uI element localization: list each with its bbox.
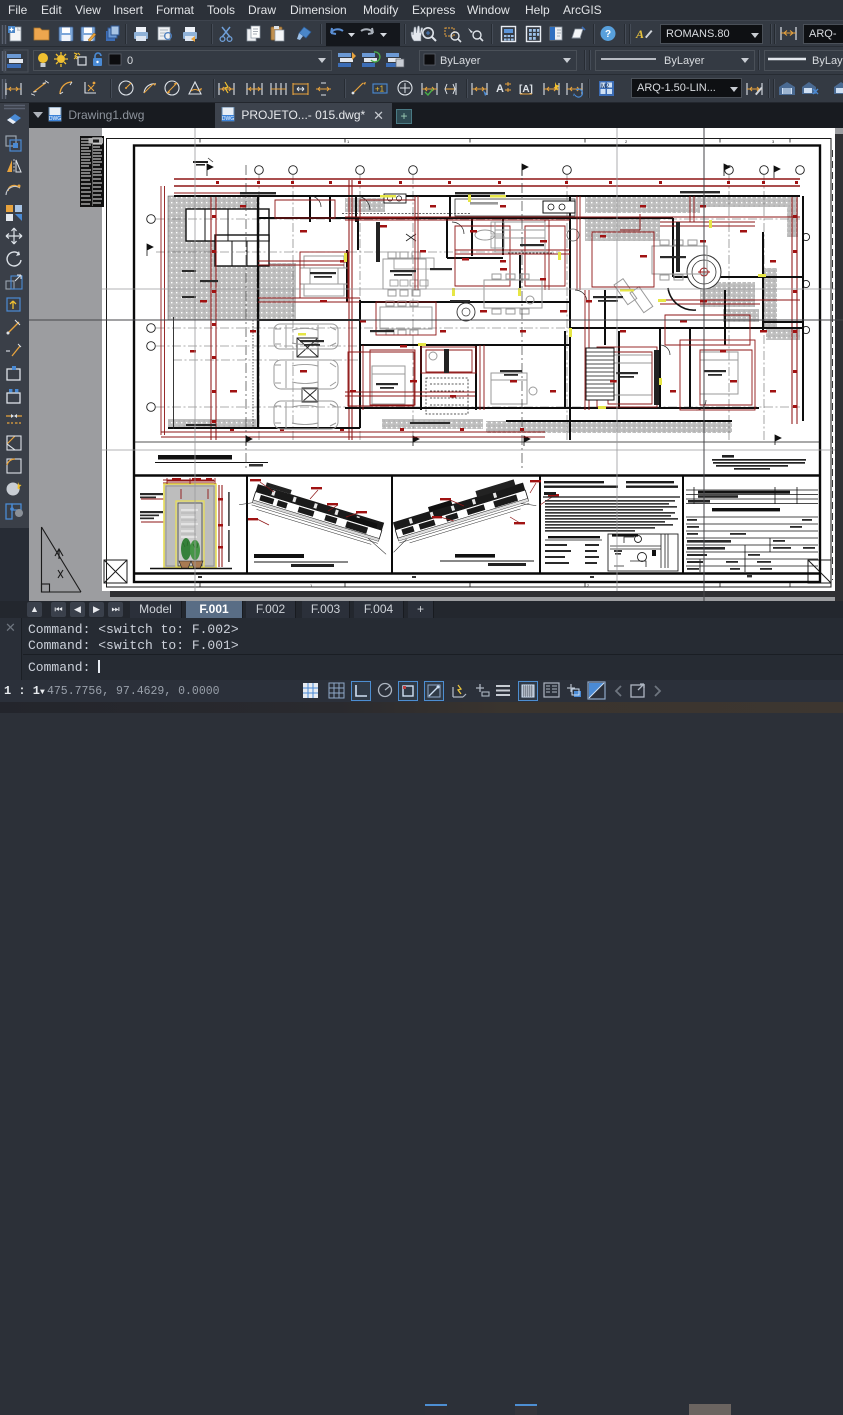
- svg-text:?: ?: [605, 29, 611, 40]
- svg-text:[A]: [A]: [519, 84, 533, 95]
- svg-text:A: A: [635, 27, 644, 41]
- svg-text:DWG: DWG: [222, 116, 234, 122]
- svg-text:A: A: [496, 83, 504, 95]
- svg-text:M2: M2: [601, 84, 610, 90]
- svg-text:+1: +1: [375, 85, 385, 94]
- svg-text:DWG: DWG: [49, 116, 61, 122]
